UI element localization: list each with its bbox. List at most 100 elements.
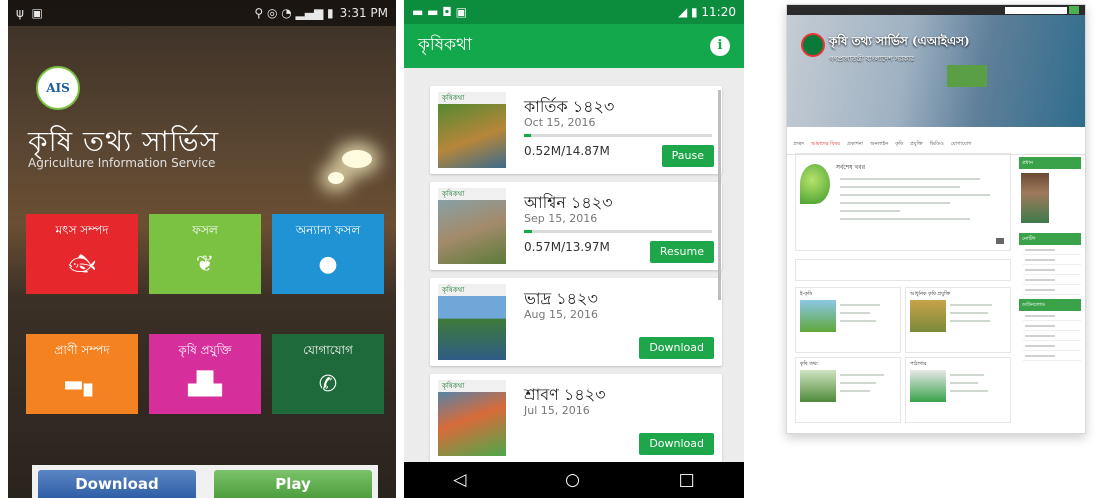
- status-bar: ψ ▣ ⚲ ◎ ◔ ▂▄▆ ▮ 3:31 PM: [8, 0, 396, 26]
- list-item[interactable]: কৃষিকথা আশ্বিন ১৪২৩ Sep 15, 2016 0.57M/1…: [430, 182, 722, 270]
- list-item[interactable]: কৃষিকথা কার্তিক ১৪২৩ Oct 15, 2016 0.52M/…: [430, 86, 722, 174]
- app-bar: কৃষিকথা i: [404, 24, 744, 68]
- news-link[interactable]: [840, 202, 950, 204]
- issue-cover: কৃষিকথা: [438, 188, 506, 264]
- status-time: 3:31 PM: [339, 6, 388, 20]
- issue-date: Sep 15, 2016: [524, 212, 598, 225]
- site-top-bar: [787, 5, 1085, 15]
- tractor-light: [328, 172, 344, 184]
- issue-date: Jul 15, 2016: [524, 404, 590, 417]
- sidebar-link[interactable]: [1023, 331, 1081, 341]
- featured-heading: সর্বশেষ খবর: [836, 164, 866, 171]
- fish-icon: 🐟︎: [68, 252, 96, 277]
- tile-label: মৎস সম্পদ: [55, 223, 109, 237]
- sidebar-link[interactable]: [1023, 265, 1081, 275]
- tile-crops[interactable]: ফসল ❦: [149, 214, 261, 294]
- sidebar-link[interactable]: [1023, 245, 1081, 255]
- download-size: 0.52M/14.87M: [524, 144, 610, 158]
- download-button[interactable]: Download: [38, 470, 196, 498]
- news-link[interactable]: [840, 194, 990, 196]
- signal-icon: ⚲ ◎ ◔ ▂▄▆ ▮: [254, 6, 334, 20]
- more-button[interactable]: [996, 238, 1004, 244]
- list-item[interactable]: কৃষিকথা শ্রাবণ ১৪২৩ Jul 15, 2016 Downloa…: [430, 374, 722, 462]
- issue-date: Aug 15, 2016: [524, 308, 598, 321]
- tile-other-crops[interactable]: অন্যান্য ফসল ●: [272, 214, 384, 294]
- sidebar-link[interactable]: [1023, 255, 1081, 265]
- officer-profile[interactable]: [1019, 169, 1081, 229]
- govt-emblem-icon: [801, 33, 825, 57]
- info-icon[interactable]: i: [710, 36, 730, 56]
- sidebar-link[interactable]: [1023, 321, 1081, 331]
- status-bar: ▬ ▬ ◘ ▣ ◢ ▮ 11:20: [404, 0, 744, 24]
- site-title: কৃষি তথ্য সার্ভিস (এআইএস): [829, 34, 970, 48]
- status-time: 11:20: [701, 5, 736, 19]
- tile-label: অন্যান্য ফসল: [295, 223, 361, 237]
- avatar: [1021, 173, 1049, 223]
- content-card[interactable]: পাঠাগার: [905, 357, 1011, 423]
- site-sidebar: প্রধান নোটিশ ডাউনলোড: [1019, 153, 1081, 361]
- notification-icons: ▬ ▬ ◘ ▣: [412, 5, 467, 19]
- content-card[interactable]: আধুনিক কৃষি প্রযুক্তি: [905, 287, 1011, 353]
- phone-icon: ✆: [318, 372, 338, 397]
- download-button[interactable]: Download: [639, 433, 714, 455]
- leaf-icon: ❦: [195, 252, 215, 277]
- pause-button[interactable]: Pause: [661, 145, 714, 167]
- content-card[interactable]: ই-কৃষি: [795, 287, 901, 353]
- content-card[interactable]: কৃষি তথ্য: [795, 357, 901, 423]
- search-button[interactable]: [1069, 6, 1079, 14]
- scrollbar[interactable]: [718, 90, 721, 300]
- home-icon[interactable]: ○: [565, 470, 580, 490]
- tractor-icon: ▟▙: [188, 372, 222, 397]
- tile-fisheries[interactable]: মৎস সম্পদ 🐟︎: [26, 214, 138, 294]
- download-size: 0.57M/13.97M: [524, 240, 610, 254]
- news-link[interactable]: [840, 186, 960, 188]
- news-link[interactable]: [840, 218, 970, 220]
- usb-icon: ψ ▣: [16, 6, 43, 20]
- download-button[interactable]: Download: [639, 337, 714, 359]
- tile-label: যোগাযোগ: [303, 343, 353, 357]
- card-image: [910, 370, 946, 402]
- ais-logo: AIS: [36, 66, 80, 110]
- download-progress: [524, 134, 712, 137]
- sidebar-link[interactable]: [1023, 351, 1081, 361]
- tile-agri-tech[interactable]: কৃষি প্রযুক্তি ▟▙: [149, 334, 261, 414]
- tile-label: প্রাণী সম্পদ: [54, 343, 110, 357]
- app-subtitle: Agriculture Information Service: [28, 156, 216, 170]
- banner-graphic: [947, 65, 987, 87]
- recents-icon[interactable]: □: [679, 470, 695, 490]
- ais-home-screen: ψ ▣ ⚲ ◎ ◔ ▂▄▆ ▮ 3:31 PM AIS কৃষি তথ্য সা…: [8, 0, 396, 498]
- site-main: সর্বশেষ খবর ই-কৃষি আধুনিক কৃষি প্রযুক্তি: [795, 153, 1011, 423]
- sidebar-link[interactable]: [1023, 311, 1081, 321]
- site-banner: কৃষি তথ্য সার্ভিস (এআইএস) গণপ্রজাতন্ত্রী…: [787, 15, 1085, 127]
- onion-icon: ●: [318, 252, 338, 277]
- search-input[interactable]: [1005, 7, 1067, 14]
- issue-list: কৃষিকথা কার্তিক ১৪২৩ Oct 15, 2016 0.52M/…: [430, 86, 722, 470]
- issue-date: Oct 15, 2016: [524, 116, 596, 129]
- download-progress: [524, 230, 712, 233]
- news-link[interactable]: [840, 210, 900, 212]
- cow-icon: ▬▖: [63, 372, 101, 397]
- sidebar-heading: ডাউনলোড: [1019, 299, 1081, 311]
- sidebar-link[interactable]: [1023, 285, 1081, 295]
- tile-livestock[interactable]: প্রাণী সম্পদ ▬▖: [26, 334, 138, 414]
- sidebar-link[interactable]: [1023, 275, 1081, 285]
- leaf-icon: [800, 164, 830, 204]
- site-nav: প্রচ্ছদ আমাদের বিষয় প্রকাশনা অনলাইন কৃষ…: [787, 135, 1085, 155]
- resume-button[interactable]: Resume: [649, 241, 714, 263]
- sidebar-link[interactable]: [1023, 341, 1081, 351]
- card-image: [800, 300, 836, 332]
- sidebar-heading: নোটিশ: [1019, 233, 1081, 245]
- notice-strip[interactable]: [795, 259, 1011, 281]
- news-link[interactable]: [840, 178, 980, 180]
- play-button[interactable]: Play: [214, 470, 372, 498]
- issue-cover: কৃষিকথা: [438, 92, 506, 168]
- card-image: [800, 370, 836, 402]
- issue-cover: কৃষিকথা: [438, 284, 506, 360]
- issue-cover: কৃষিকথা: [438, 380, 506, 456]
- signal-icon: ◢ ▮: [677, 5, 702, 19]
- back-icon[interactable]: ◁: [453, 470, 466, 490]
- system-nav-bar: ◁ ○ □: [404, 462, 744, 498]
- app-title: কৃষিকথা: [418, 35, 472, 55]
- tile-contact[interactable]: যোগাযোগ ✆: [272, 334, 384, 414]
- list-item[interactable]: কৃষিকথা ভাদ্র ১৪২৩ Aug 15, 2016 Download: [430, 278, 722, 366]
